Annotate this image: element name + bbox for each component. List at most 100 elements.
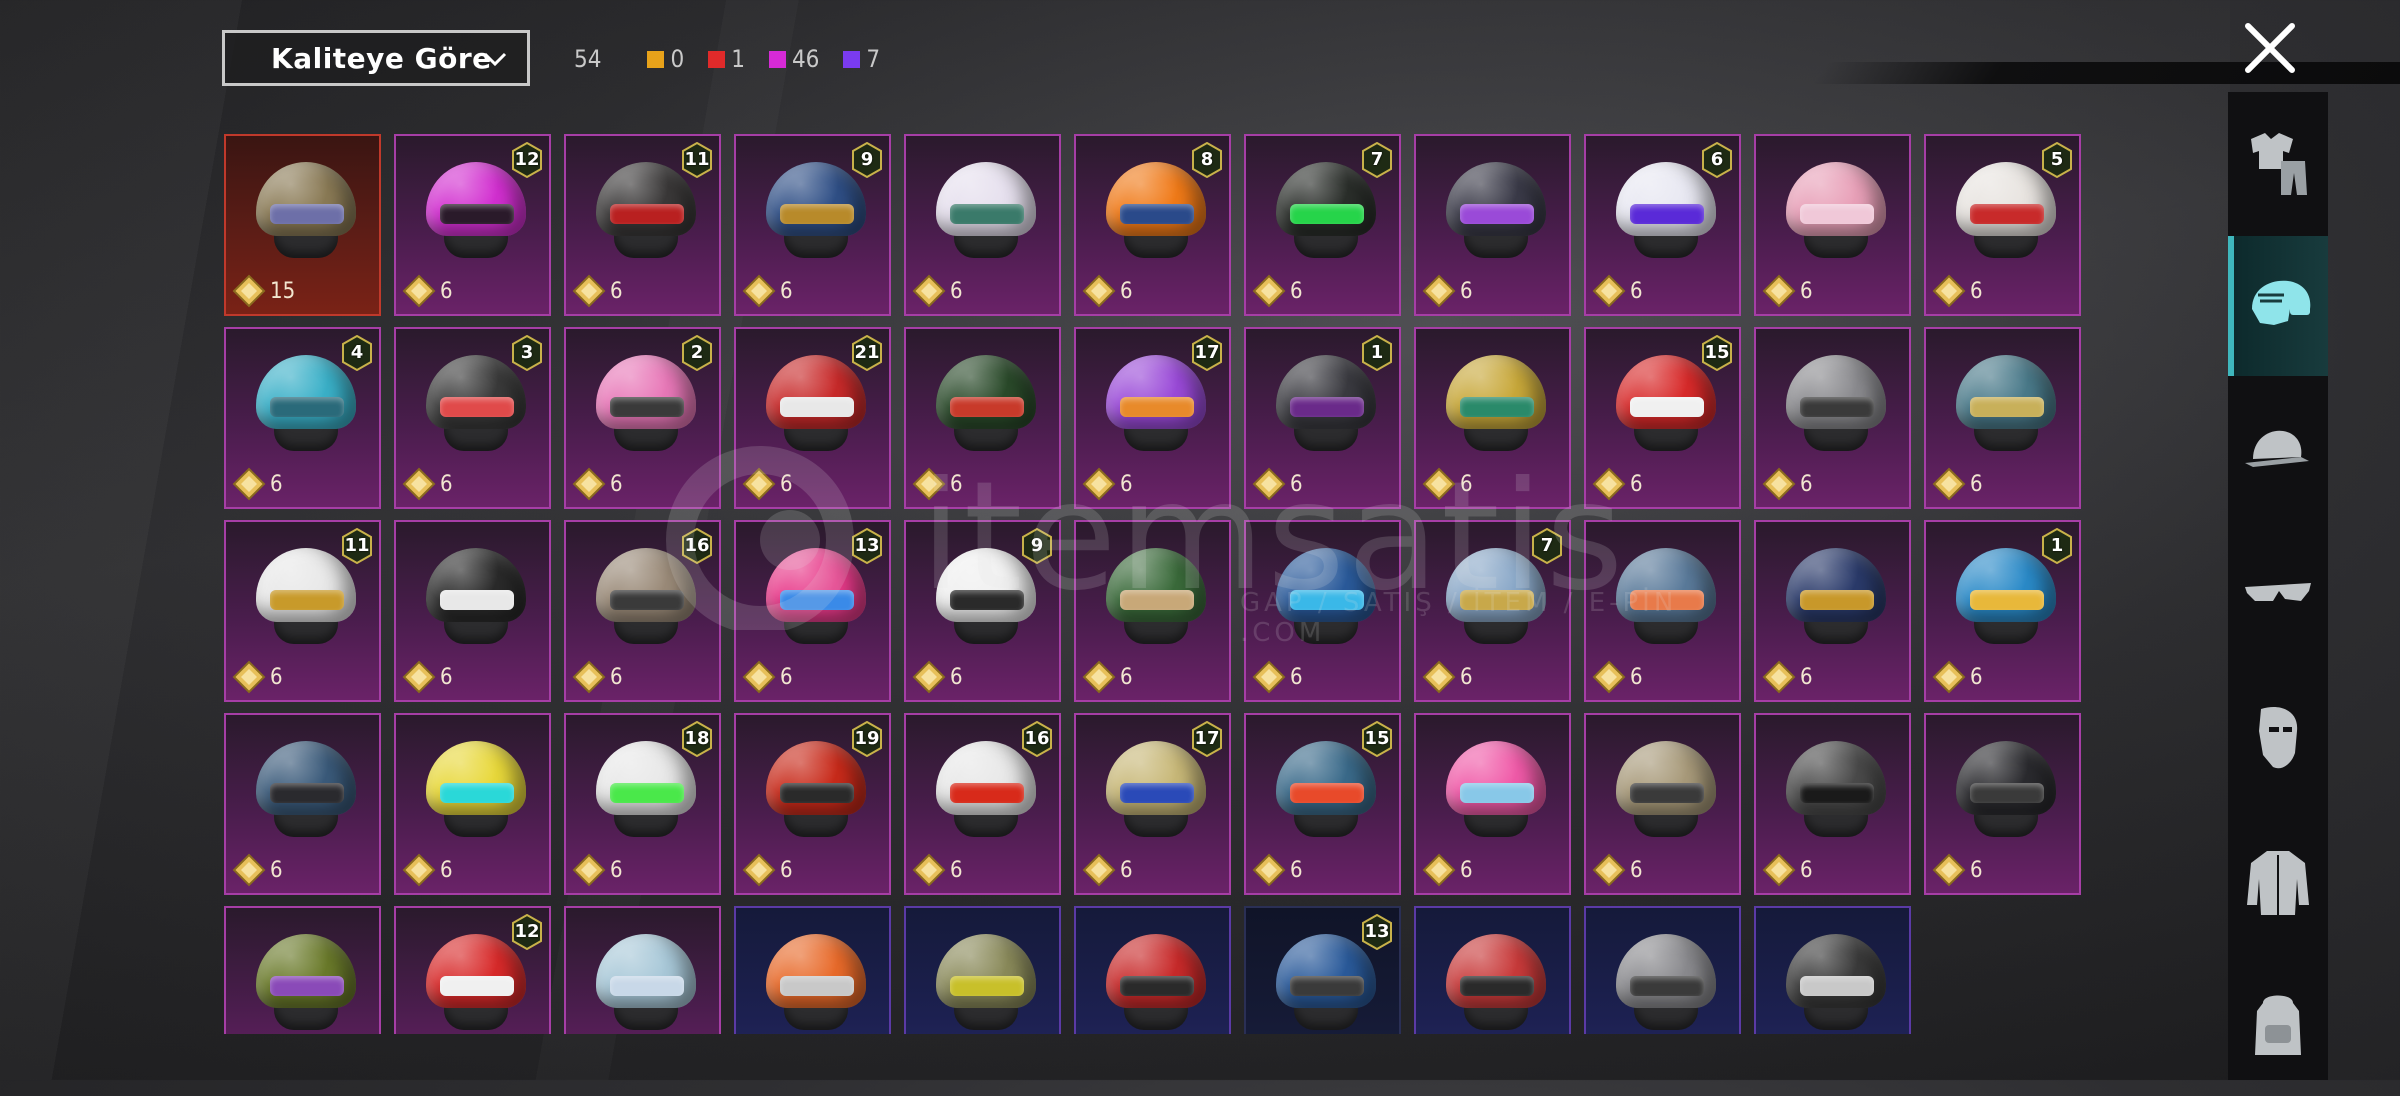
helmet-card[interactable]: 6: [1754, 713, 1911, 895]
helmet-card[interactable]: 21 6: [734, 327, 891, 509]
helmet-card[interactable]: 6: [394, 713, 551, 895]
helmet-card[interactable]: 16: [1924, 520, 2081, 702]
helmet-card[interactable]: 6: [1924, 327, 2081, 509]
coin-icon: [572, 274, 606, 308]
coin-icon: [1592, 660, 1626, 694]
item-cost: 6: [1082, 467, 1133, 501]
category-helmet[interactable]: [2228, 236, 2328, 376]
item-cost-value: 6: [950, 278, 963, 304]
count-rare: 7: [843, 45, 880, 73]
helmet-card[interactable]: 13 6: [734, 520, 891, 702]
level-badge: 15: [1701, 335, 1733, 371]
helmet-card[interactable]: 56: [1924, 134, 2081, 316]
helmet-card[interactable]: 6: [1754, 520, 1911, 702]
helmet-image: [936, 930, 1036, 1034]
helmet-card[interactable]: [1754, 906, 1911, 1034]
helmet-card[interactable]: 6: [1924, 713, 2081, 895]
helmet-card[interactable]: 15: [224, 134, 381, 316]
helmet-card[interactable]: 15 6: [1244, 713, 1401, 895]
helmet-card[interactable]: 13: [1244, 906, 1401, 1034]
item-cost: 6: [572, 467, 623, 501]
helmet-card[interactable]: 12: [394, 906, 551, 1034]
level-badge-value: 13: [854, 535, 880, 556]
helmet-card[interactable]: 6: [904, 134, 1061, 316]
helmet-card[interactable]: 46: [224, 327, 381, 509]
close-button[interactable]: [2240, 18, 2300, 78]
helmet-card[interactable]: [734, 906, 891, 1034]
helmet-card[interactable]: 15 6: [1584, 327, 1741, 509]
helmet-card[interactable]: [224, 906, 381, 1034]
helmet-card[interactable]: 76: [1244, 134, 1401, 316]
helmet-card[interactable]: 11 6: [564, 134, 721, 316]
item-cost-value: 6: [1290, 278, 1303, 304]
decorative-brush-stroke: [1812, 62, 2400, 84]
category-glasses[interactable]: [2228, 524, 2328, 664]
helmet-image: [1786, 930, 1886, 1034]
helmet-card[interactable]: 6: [1414, 134, 1571, 316]
helmet-card[interactable]: 6: [904, 327, 1061, 509]
helmet-card[interactable]: [564, 906, 721, 1034]
item-cost: 6: [1592, 467, 1643, 501]
item-cost: 6: [1592, 274, 1643, 308]
item-cost: 6: [232, 660, 283, 694]
helmet-card[interactable]: 76: [1414, 520, 1571, 702]
coin-icon: [402, 853, 436, 887]
helmet-card[interactable]: 6: [1754, 327, 1911, 509]
helmet-card[interactable]: [904, 906, 1061, 1034]
item-cost: 6: [1762, 274, 1813, 308]
sort-dropdown[interactable]: Kaliteye Göre: [222, 30, 530, 86]
helmet-card[interactable]: 16: [1244, 327, 1401, 509]
helmet-card[interactable]: [1414, 906, 1571, 1034]
coin-icon: [912, 274, 946, 308]
level-badge: 17: [1191, 721, 1223, 757]
helmet-card[interactable]: 26: [564, 327, 721, 509]
helmet-card[interactable]: 96: [734, 134, 891, 316]
level-badge-value: 17: [1194, 728, 1220, 749]
helmet-card[interactable]: 19 6: [734, 713, 891, 895]
level-badge-value: 15: [1704, 342, 1730, 363]
helmet-card[interactable]: 6: [224, 713, 381, 895]
coin-icon: [1762, 467, 1796, 501]
helmet-card[interactable]: 16 6: [904, 713, 1061, 895]
coin-icon: [1252, 467, 1286, 501]
helmet-card[interactable]: 86: [1074, 134, 1231, 316]
level-badge-value: 12: [514, 149, 540, 170]
helmet-card[interactable]: 6: [1414, 327, 1571, 509]
category-outfit[interactable]: [2228, 92, 2328, 232]
helmet-card[interactable]: 17 6: [1074, 327, 1231, 509]
helmet-card[interactable]: [1584, 906, 1741, 1034]
coin-icon: [1932, 853, 1966, 887]
item-cost: 6: [1082, 660, 1133, 694]
helmet-card[interactable]: [1074, 906, 1231, 1034]
coin-icon: [1422, 274, 1456, 308]
item-cost-value: 6: [950, 857, 963, 883]
category-mask[interactable]: [2228, 668, 2328, 808]
helmet-card[interactable]: 6: [1584, 713, 1741, 895]
level-badge-value: 4: [350, 342, 364, 363]
coin-icon: [1252, 274, 1286, 308]
helmet-card[interactable]: 12 6: [394, 134, 551, 316]
helmet-card[interactable]: 66: [1584, 134, 1741, 316]
category-backpack[interactable]: [2228, 956, 2328, 1096]
helmet-card[interactable]: 6: [1414, 713, 1571, 895]
helmet-card[interactable]: 6: [1754, 134, 1911, 316]
helmet-card[interactable]: 36: [394, 327, 551, 509]
helmet-card[interactable]: 6: [394, 520, 551, 702]
helmet-card[interactable]: 6: [1584, 520, 1741, 702]
helmet-card[interactable]: 18 6: [564, 713, 721, 895]
helmet-card[interactable]: 11 6: [224, 520, 381, 702]
category-jacket[interactable]: [2228, 812, 2328, 952]
item-cost: 6: [1592, 660, 1643, 694]
level-badge-value: 11: [344, 535, 370, 556]
item-cost-value: 6: [950, 471, 963, 497]
item-cost-value: 6: [1800, 471, 1813, 497]
helmet-card[interactable]: 96: [904, 520, 1061, 702]
helmet-card[interactable]: 17 6: [1074, 713, 1231, 895]
category-cap[interactable]: [2228, 380, 2328, 520]
helmet-card[interactable]: 6: [1244, 520, 1401, 702]
chevron-down-icon: [483, 52, 507, 67]
coin-icon: [232, 660, 266, 694]
helmet-card[interactable]: 16 6: [564, 520, 721, 702]
helmet-card[interactable]: 6: [1074, 520, 1231, 702]
item-cost: 6: [1082, 853, 1133, 887]
